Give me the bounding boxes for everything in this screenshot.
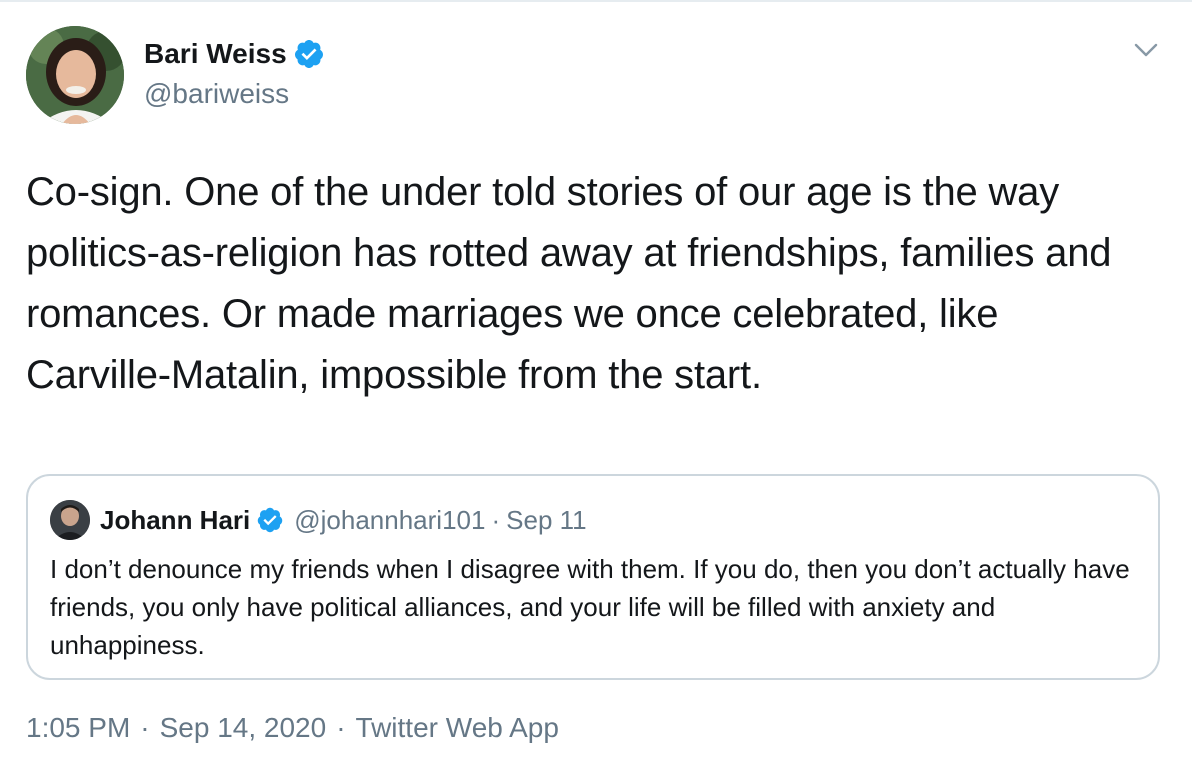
- verified-badge-icon: [256, 506, 284, 534]
- quoted-tweet[interactable]: Johann Hari @johannhari101 · Sep 11 I do…: [26, 474, 1160, 680]
- quoted-author-avatar: [50, 500, 90, 540]
- meta-separator: ·: [140, 712, 150, 743]
- chevron-down-icon[interactable]: [1130, 36, 1162, 64]
- quoted-date: Sep 11: [506, 504, 587, 535]
- meta-separator-2: ·: [336, 712, 346, 743]
- tweet-source-link[interactable]: Twitter Web App: [356, 712, 559, 744]
- tweet-text: Co-sign. One of the under told stories o…: [26, 170, 1112, 397]
- quoted-tweet-header: Johann Hari @johannhari101 · Sep 11: [100, 502, 587, 538]
- author-name-text[interactable]: Bari Weiss: [144, 38, 287, 70]
- quoted-separator: ·: [491, 504, 501, 535]
- verified-badge-icon: [293, 38, 325, 70]
- quoted-author-handle: @johannhari101: [294, 504, 486, 535]
- tweet-time[interactable]: 1:05 PM: [26, 712, 130, 744]
- author-avatar[interactable]: [26, 26, 124, 124]
- quoted-author-name: Johann Hari: [100, 504, 251, 535]
- quoted-tweet-text: I don’t denounce my friends when I disag…: [50, 554, 1130, 660]
- tweet-date[interactable]: Sep 14, 2020: [160, 712, 327, 744]
- author-handle[interactable]: @bariweiss: [144, 78, 289, 110]
- tweet-meta: 1:05 PM · Sep 14, 2020 · Twitter Web App: [26, 712, 559, 744]
- tweet-card: Bari Weiss @bariweiss Co-sign. One of th…: [0, 0, 1192, 766]
- author-name[interactable]: Bari Weiss: [144, 38, 325, 70]
